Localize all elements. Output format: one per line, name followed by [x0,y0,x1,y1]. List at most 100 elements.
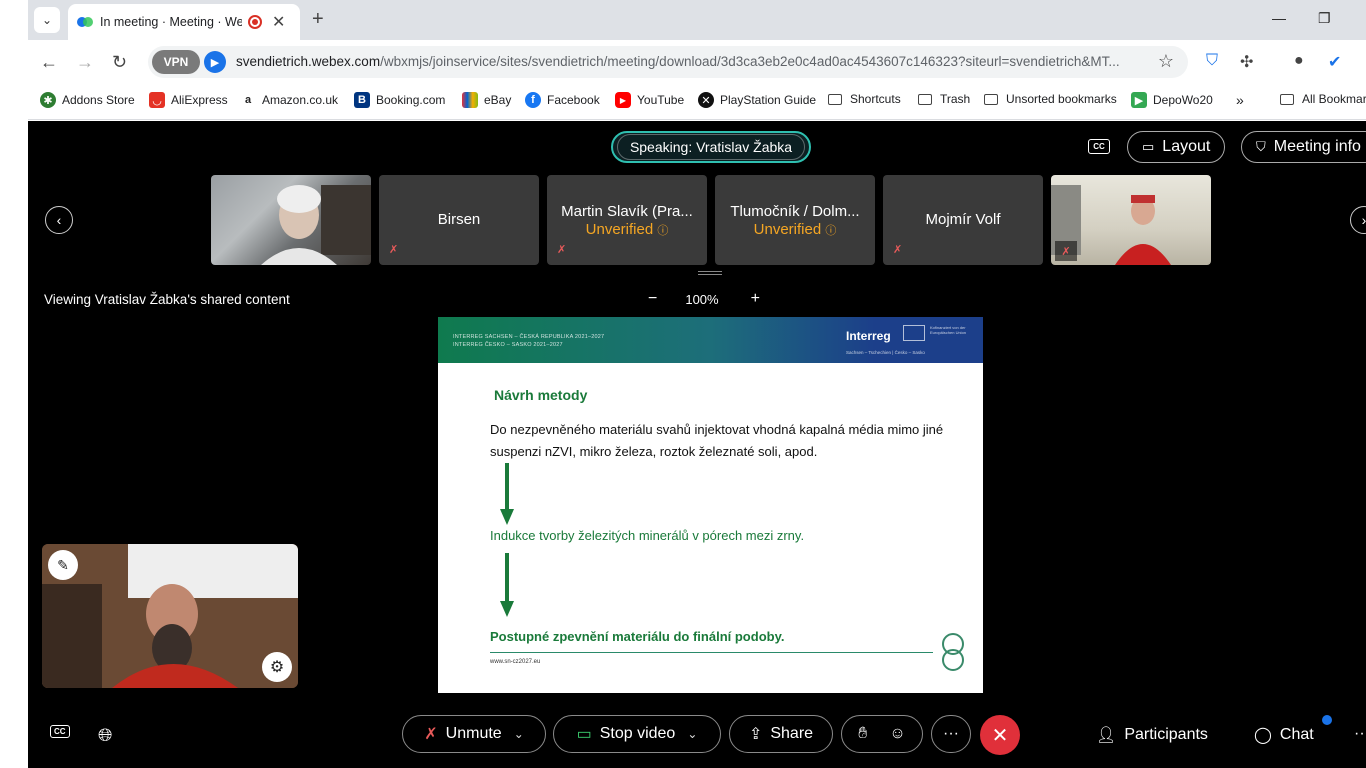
unverified-label: Unverified ⓘ [753,221,837,238]
eu-funding-text: Kofinanziert von der Europäischen Union [930,325,967,335]
youtube-icon: ▶ [615,92,631,108]
chevron-down-icon[interactable]: ⌄ [687,727,697,741]
pin-icon[interactable]: ✎ [48,550,78,580]
speaking-label: Speaking: Vratislav Žabka [616,134,806,160]
bookmark-depowo20[interactable]: ▶ DepoWo20 [1131,92,1213,108]
close-tab-icon[interactable]: ✕ [272,12,285,32]
shield-extension-icon[interactable]: ⛉ [1206,52,1218,70]
bookmark-folder-trash[interactable]: Trash [918,92,970,106]
stop-video-button[interactable]: ▭ Stop video ⌄ [553,715,721,753]
muted-mic-icon: ✗ [893,244,903,256]
share-screen-icon: ⇪ [748,726,763,743]
check-shield-icon[interactable]: ✔ [1328,52,1341,72]
playstation-icon: ✕ [698,92,714,108]
participant-tile-video-2[interactable]: ✗ [1051,175,1211,265]
forward-icon[interactable]: → [76,52,94,73]
participant-tile-mojmir-volf[interactable]: Mojmír Volf ✗ [883,175,1043,265]
project-logo-icon [942,633,964,671]
bookmark-folder-unsorted[interactable]: Unsorted bookmarks [984,92,1117,106]
chevron-left-icon: ‹ [56,212,62,228]
raise-hand-icon[interactable]: ✋︎ [858,725,867,743]
video-camera-icon: ▭ [576,726,592,743]
amazon-icon: a [244,94,252,106]
participant-tile-tlumocnik[interactable]: Tlumočník / Dolm... Unverified ⓘ [715,175,875,265]
speaking-indicator: Speaking: Vratislav Žabka [611,131,811,163]
slide-header-line-1: INTERREG SACHSEN – ČESKÁ REPUBLIKA 2021–… [453,334,605,340]
language-globe-icon[interactable]: 🌐︎ [98,725,112,746]
meeting-info-button[interactable]: ⛉ Meeting info [1241,131,1366,163]
url-text[interactable]: svendietrich.webex.com/wbxmjs/joinservic… [236,54,1156,69]
ebay-icon [462,92,478,108]
muted-mic-icon: ✗ [557,244,567,256]
emoji-reaction-icon[interactable]: ☺ [889,725,905,743]
participant-tile-video-1[interactable] [211,175,371,265]
bookmark-playstation-guide[interactable]: ✕ PlayStation Guide [698,92,816,108]
share-button[interactable]: ⇪ Share [729,715,833,753]
more-bookmarks-button[interactable]: » [1236,92,1244,108]
bookmark-ebay[interactable]: eBay [462,92,511,108]
layout-button[interactable]: ▭ Layout [1127,131,1226,163]
restore-icon[interactable]: ❐ [1318,10,1331,27]
tab-title: In meeting · Meeting · Webex [100,15,242,29]
puzzle-extensions-icon[interactable]: ✣ [1240,52,1253,72]
back-icon[interactable]: ← [40,52,58,73]
profile-icon[interactable]: ● [1294,52,1304,70]
participant-name: Martin Slavík (Pra... [561,203,693,220]
more-icon[interactable]: ··· [1354,725,1366,743]
zoom-controls: − 100% + [648,290,760,308]
presentation-slide: INTERREG SACHSEN – ČESKÁ REPUBLIKA 2021–… [438,317,983,693]
participant-tile-martin-slavik[interactable]: Martin Slavík (Pra... Unverified ⓘ ✗ [547,175,707,265]
muted-mic-icon: ✗ [424,726,438,743]
chevron-down-icon[interactable]: ⌄ [514,727,524,741]
tab-search-button[interactable]: ⌄ [34,7,60,33]
unmute-button[interactable]: ✗ Unmute ⌄ [402,715,546,753]
reload-icon[interactable]: ↻ [112,52,127,73]
bookmark-aliexpress[interactable]: ◡ AliExpress [149,92,228,108]
eu-flag-icon [903,325,925,341]
bookmark-folder-shortcuts[interactable]: Shortcuts [828,92,901,106]
slide-header-line-2: INTERREG ČESKO – SASKO 2021–2027 [453,342,563,348]
slide-body-text: Do nezpevněného materiálu svahů injektov… [490,422,944,459]
closed-captions-icon[interactable]: CC [1088,139,1110,154]
more-options-button[interactable]: ··· [931,715,971,753]
captions-button[interactable]: CC [50,725,70,738]
bookmark-youtube[interactable]: ▶ YouTube [615,92,684,108]
participants-button[interactable]: 👤︎ Participants [1096,725,1208,745]
minimize-icon[interactable]: — [1272,10,1286,26]
booking-icon: B [354,92,370,108]
shared-content-area[interactable]: INTERREG SACHSEN – ČESKÁ REPUBLIKA 2021–… [375,317,1046,693]
meet-icon: ▶ [1131,92,1147,108]
bookmark-amazon[interactable]: a Amazon.co.uk [240,92,338,108]
chat-button[interactable]: ◯ Chat [1254,725,1314,745]
slide-footer-url: www.sn-cz2027.eu [490,659,541,665]
zoom-out-button[interactable]: − [648,290,657,308]
bookmark-facebook[interactable]: f Facebook [525,92,600,108]
zoom-level: 100% [685,291,719,307]
participants-icon: 👤︎ [1096,727,1117,744]
interreg-logo: Interreg [846,329,891,343]
viewing-label: Viewing Vratislav Žabka's shared content [44,292,290,307]
slide-title: Návrh metody [494,387,588,403]
folder-icon [918,93,932,105]
self-view-video[interactable]: ✎ ⚙ [42,544,298,688]
leave-meeting-button[interactable]: ✕ [980,715,1020,755]
bookmark-addons-store[interactable]: ✱ Addons Store [40,92,135,108]
gear-icon[interactable]: ⚙ [262,652,292,682]
new-tab-button[interactable]: + [312,8,324,31]
participant-tile-birsen[interactable]: Birsen ✗ [379,175,539,265]
bookmark-booking[interactable]: B Booking.com [354,92,445,108]
muted-mic-icon: ✗ [1055,241,1077,261]
address-bar[interactable]: VPN ▶ svendietrich.webex.com/wbxmjs/join… [148,46,1188,78]
vpn-badge[interactable]: VPN [152,50,200,74]
previous-participants-button[interactable]: ‹ [45,206,73,234]
bookmark-all-bookmarks[interactable]: All Bookmarks [1280,92,1366,106]
bookmark-star-icon[interactable]: ☆ [1158,51,1174,72]
unverified-label: Unverified ⓘ [585,221,669,238]
video-camera-icon[interactable]: ▶ [204,51,226,73]
zoom-in-button[interactable]: + [751,290,760,308]
info-icon: ⓘ [825,225,837,237]
resize-handle[interactable] [698,271,722,275]
next-participants-button[interactable]: › [1350,206,1366,234]
active-tab[interactable]: In meeting · Meeting · Webex ✕ [68,4,300,40]
webex-favicon-icon [76,13,94,31]
